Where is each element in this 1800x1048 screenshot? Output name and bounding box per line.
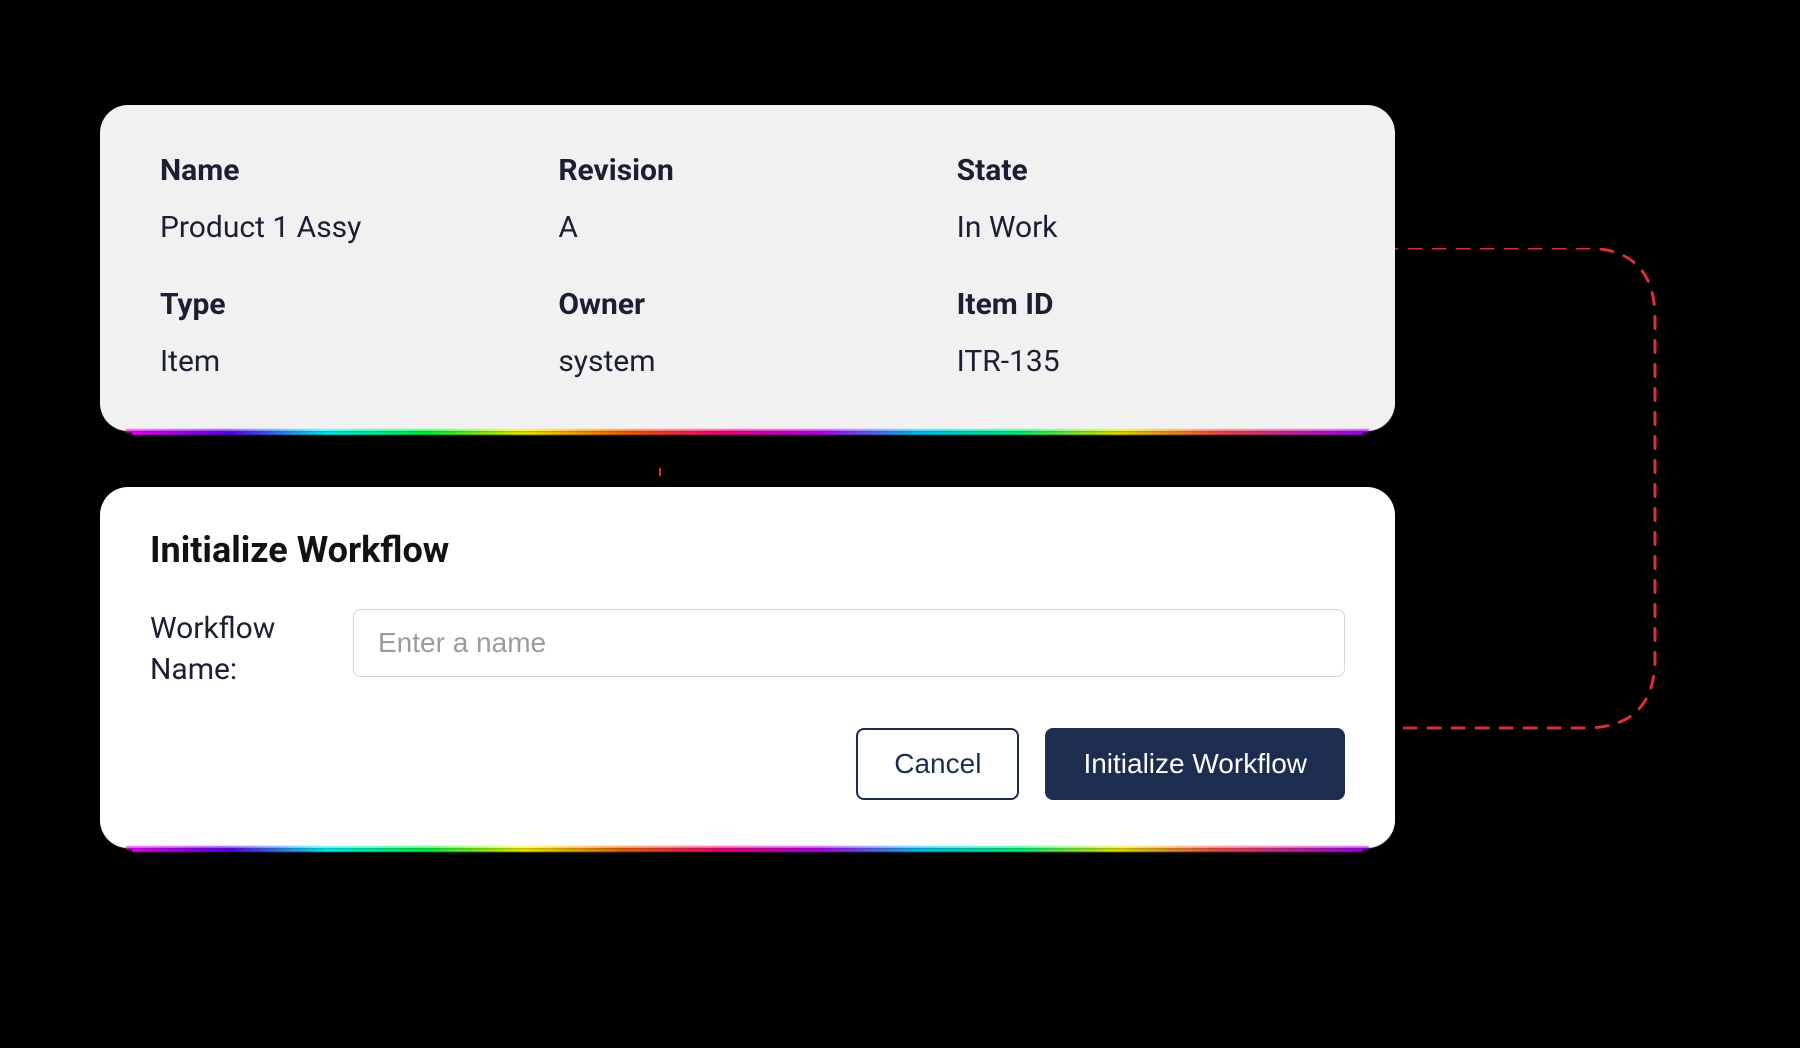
info-value: system	[558, 344, 936, 379]
info-label: Type	[160, 287, 538, 322]
info-cell-item-id: Item ID ITR-135	[957, 287, 1335, 379]
item-details-card: Name Product 1 Assy Revision A State In …	[100, 105, 1395, 431]
workflow-name-row: Workflow Name:	[150, 609, 1345, 690]
info-value: Item	[160, 344, 538, 379]
info-cell-owner: Owner system	[558, 287, 936, 379]
decorative-edge	[132, 849, 1363, 852]
layout-container: Name Product 1 Assy Revision A State In …	[100, 105, 1395, 848]
info-label: Name	[160, 153, 538, 188]
info-value: Product 1 Assy	[160, 210, 538, 245]
info-grid: Name Product 1 Assy Revision A State In …	[160, 153, 1335, 379]
modal-title: Initialize Workflow	[150, 529, 1345, 571]
info-cell-name: Name Product 1 Assy	[160, 153, 538, 245]
info-label: Owner	[558, 287, 936, 322]
info-cell-type: Type Item	[160, 287, 538, 379]
initialize-workflow-modal: Initialize Workflow Workflow Name: Cance…	[100, 487, 1395, 848]
info-value: ITR-135	[957, 344, 1335, 379]
info-label: Revision	[558, 153, 936, 188]
decorative-edge	[132, 432, 1363, 435]
info-cell-revision: Revision A	[558, 153, 936, 245]
modal-button-row: Cancel Initialize Workflow	[150, 728, 1345, 800]
info-label: State	[957, 153, 1335, 188]
info-value: In Work	[957, 210, 1335, 245]
info-cell-state: State In Work	[957, 153, 1335, 245]
info-label: Item ID	[957, 287, 1335, 322]
initialize-workflow-button[interactable]: Initialize Workflow	[1045, 728, 1345, 800]
workflow-name-input[interactable]	[353, 609, 1345, 677]
workflow-name-label: Workflow Name:	[150, 609, 325, 690]
info-value: A	[558, 210, 936, 245]
cancel-button[interactable]: Cancel	[856, 728, 1019, 800]
